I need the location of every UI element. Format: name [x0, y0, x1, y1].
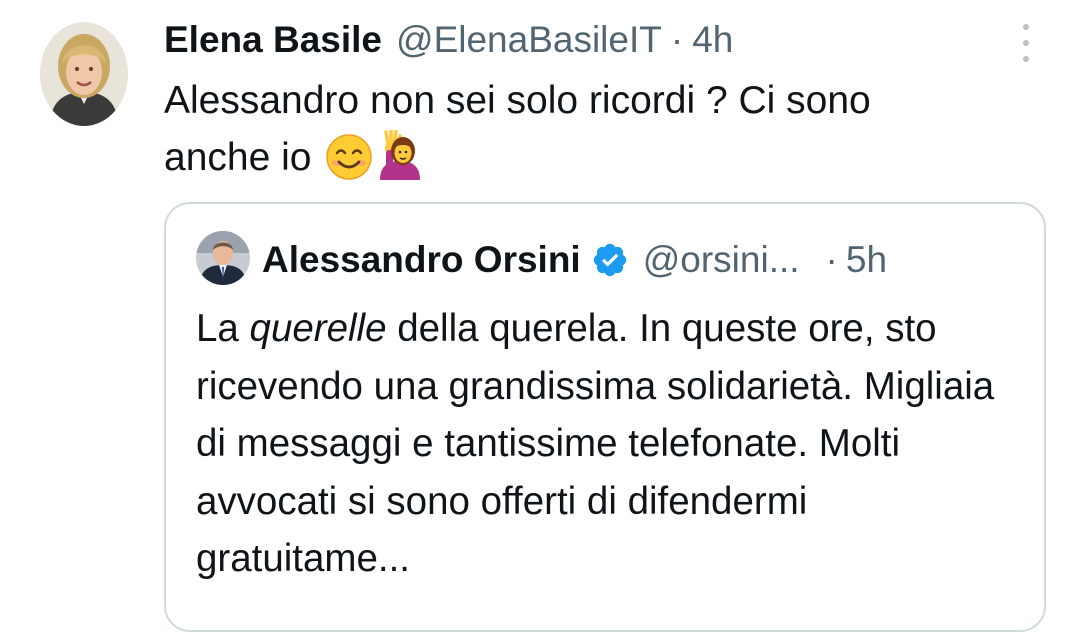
tweet-timestamp[interactable]: 4h [692, 19, 733, 61]
quoted-author-avatar[interactable] [196, 231, 250, 285]
quoted-separator-dot: · [825, 239, 838, 280]
smiling-face-icon [326, 134, 373, 196]
separator-dot: · [670, 19, 684, 60]
tweet-text-line-2: anche io [164, 128, 1044, 196]
woman-raising-hand-icon [376, 128, 422, 196]
quoted-text-italic: querelle [249, 307, 387, 350]
tweet-text: Alessandro non sei solo ricordi ? Ci son… [164, 72, 1044, 196]
quoted-tweet-text: La querelle della querela. In queste ore… [196, 300, 1026, 588]
author-avatar[interactable] [40, 22, 128, 126]
tweet-header: Elena Basile @ElenaBasileIT · 4h [164, 14, 733, 66]
author-handle[interactable]: @ElenaBasileIT [396, 19, 662, 61]
quoted-text-start: La [196, 307, 250, 350]
author-name[interactable]: Elena Basile [164, 19, 382, 61]
verified-badge-icon[interactable] [591, 241, 629, 279]
quoted-tweet-header: Alessandro Orsini @orsini... · 5h [262, 232, 887, 288]
quoted-tweet-card[interactable]: Alessandro Orsini @orsini... · 5h La que… [164, 202, 1046, 632]
quoted-author-name[interactable]: Alessandro Orsini [262, 239, 581, 281]
quoted-tweet-timestamp[interactable]: 5h [846, 239, 887, 281]
tweet-text-line-2-words: anche io [164, 136, 312, 179]
quoted-author-handle[interactable]: @orsini... [643, 239, 800, 281]
more-options-icon[interactable] [1014, 24, 1038, 62]
tweet-text-line-1: Alessandro non sei solo ricordi ? Ci son… [164, 79, 871, 122]
